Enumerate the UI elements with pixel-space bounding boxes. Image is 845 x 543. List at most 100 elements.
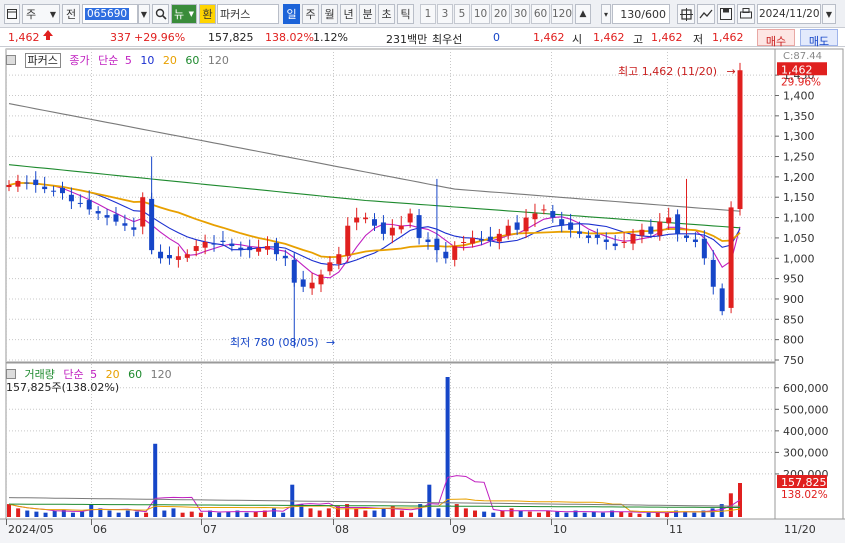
volume-bar (107, 510, 112, 517)
low-arrow-icon: → (326, 336, 336, 349)
print-icon[interactable] (737, 4, 755, 24)
candle-body (77, 202, 83, 204)
candle-body (193, 246, 199, 251)
candle-body (550, 211, 556, 218)
x-axis-right-label: 11/20 (784, 523, 816, 536)
up-arrow-icon (42, 29, 54, 44)
search-icon[interactable] (152, 4, 169, 24)
candle-body (585, 235, 591, 238)
price-axis-top-label: C:87.44 (783, 51, 822, 62)
settings-icon[interactable] (677, 4, 695, 24)
stock-code-input[interactable]: 065690 (82, 4, 138, 24)
candle-body (372, 219, 377, 226)
volume-bar (546, 510, 551, 517)
price-volume-chart[interactable]: 1,4501,4001,3501,3001,2501,2001,1501,100… (0, 47, 845, 543)
chart-area[interactable]: 1,450 1,400 1,350 1,300 1,250 1,200 1,150 1,100… (0, 47, 845, 543)
market-select[interactable]: 주 ▼ (22, 4, 60, 24)
volume-bar (491, 512, 496, 517)
candle-body (425, 239, 431, 242)
priority-value: 0 (493, 31, 500, 44)
volume-bar (555, 511, 560, 517)
jeon-button[interactable]: 전 (62, 4, 80, 24)
period-tab-5[interactable]: 초 (378, 4, 395, 24)
volume-bar (363, 510, 368, 517)
quote-bar: 1,462 337 +29.96% 157,825 138.02% 1.12% … (0, 28, 845, 48)
candle-body (487, 236, 493, 240)
candle-body (175, 256, 181, 260)
date-field[interactable]: 2024/11/20 (757, 4, 821, 24)
bar-count-field[interactable]: 130/600 (612, 4, 670, 24)
window-menu-icon[interactable] (4, 4, 20, 24)
candle-body (594, 234, 600, 238)
volume-bar (162, 510, 167, 517)
candle-body (42, 186, 48, 190)
period-tab-1[interactable]: 주 (302, 4, 319, 24)
sell-button[interactable]: 매도 (800, 29, 838, 48)
volume-bar (646, 512, 651, 517)
code-dropdown-icon[interactable]: ▼ (138, 4, 150, 24)
interval-btn-5[interactable]: 5 (454, 4, 470, 24)
hwan-button[interactable]: 환 (199, 4, 216, 24)
volume-bar (326, 508, 331, 517)
candle-body (51, 190, 57, 192)
save-icon[interactable] (717, 4, 735, 24)
bar-count: 130 (620, 7, 642, 21)
candle-body (122, 223, 128, 226)
interval-btn-10[interactable]: 10 (471, 4, 490, 24)
price-axis-label: 1,400 (783, 89, 815, 102)
news-button[interactable]: 뉴 ▼ (171, 4, 197, 24)
interval-btn-60[interactable]: 60 (531, 4, 550, 24)
interval-btn-3[interactable]: 3 (437, 4, 453, 24)
candle-body (568, 222, 574, 230)
chart-toolbar: 주 ▼ 전 065690 ▼ 뉴 ▼ 환 파커스 일주월년분초틱 1 3 5 10 20… (0, 0, 845, 28)
candle-body (541, 209, 547, 211)
interval-btn-1[interactable]: 1 (420, 4, 436, 24)
candle-body (59, 187, 65, 194)
stock-name-field[interactable]: 파커스 (217, 4, 279, 24)
bar-count-down-icon[interactable]: ▾ (601, 4, 611, 24)
candle-body (318, 274, 324, 285)
candle-body (657, 221, 663, 236)
price-axis-label: 900 (783, 293, 804, 306)
period-tab-3[interactable]: 년 (340, 4, 357, 24)
volume-bar (89, 504, 94, 517)
volume-bar (308, 508, 313, 517)
volume-axis-label: 300,000 (783, 446, 829, 459)
legend-close-label: 종가 (69, 54, 90, 67)
volume-bar (25, 510, 30, 517)
legend-ma-5: 5 (124, 54, 132, 67)
volume-bar (427, 484, 432, 517)
volume-bar (582, 512, 587, 517)
volume-bar (52, 510, 57, 517)
last-price: 1,462 (533, 31, 565, 44)
x-axis-label: 07 (203, 523, 217, 536)
interval-btn-20[interactable]: 20 (491, 4, 510, 24)
period-tab-6[interactable]: 틱 (397, 4, 414, 24)
low-price: 1,462 (712, 31, 744, 44)
period-tab-0[interactable]: 일 (283, 4, 300, 24)
volume-axis-label: 400,000 (783, 425, 829, 438)
interval-btn-120[interactable]: 120 (551, 4, 573, 24)
candle-body (514, 222, 520, 230)
chart-tools-icon[interactable] (697, 4, 715, 24)
candle-body (559, 219, 565, 226)
volume-info: 157,825주(138.02%) (6, 379, 124, 395)
price-axis-label: 850 (783, 313, 804, 326)
calendar-dropdown-icon[interactable]: ▼ (822, 4, 836, 24)
volume-bar (619, 511, 624, 517)
period-tab-4[interactable]: 분 (359, 4, 376, 24)
volume-bar (180, 512, 185, 517)
bar-count-spin-icon[interactable]: ▲ (575, 4, 591, 24)
candle-body (68, 194, 74, 202)
open-price: 1,462 (593, 31, 625, 44)
volume: 157,825 (208, 31, 254, 44)
buy-button[interactable]: 매수 (757, 29, 795, 48)
period-tab-2[interactable]: 월 (321, 4, 338, 24)
volume-bar (399, 510, 404, 517)
candle-body (639, 229, 645, 236)
volume-bar (409, 512, 414, 517)
legend-ma-120: 120 (207, 54, 229, 67)
interval-btn-30[interactable]: 30 (511, 4, 530, 24)
candle-body (354, 217, 360, 223)
legend-ma-label: 단순 (98, 54, 119, 67)
